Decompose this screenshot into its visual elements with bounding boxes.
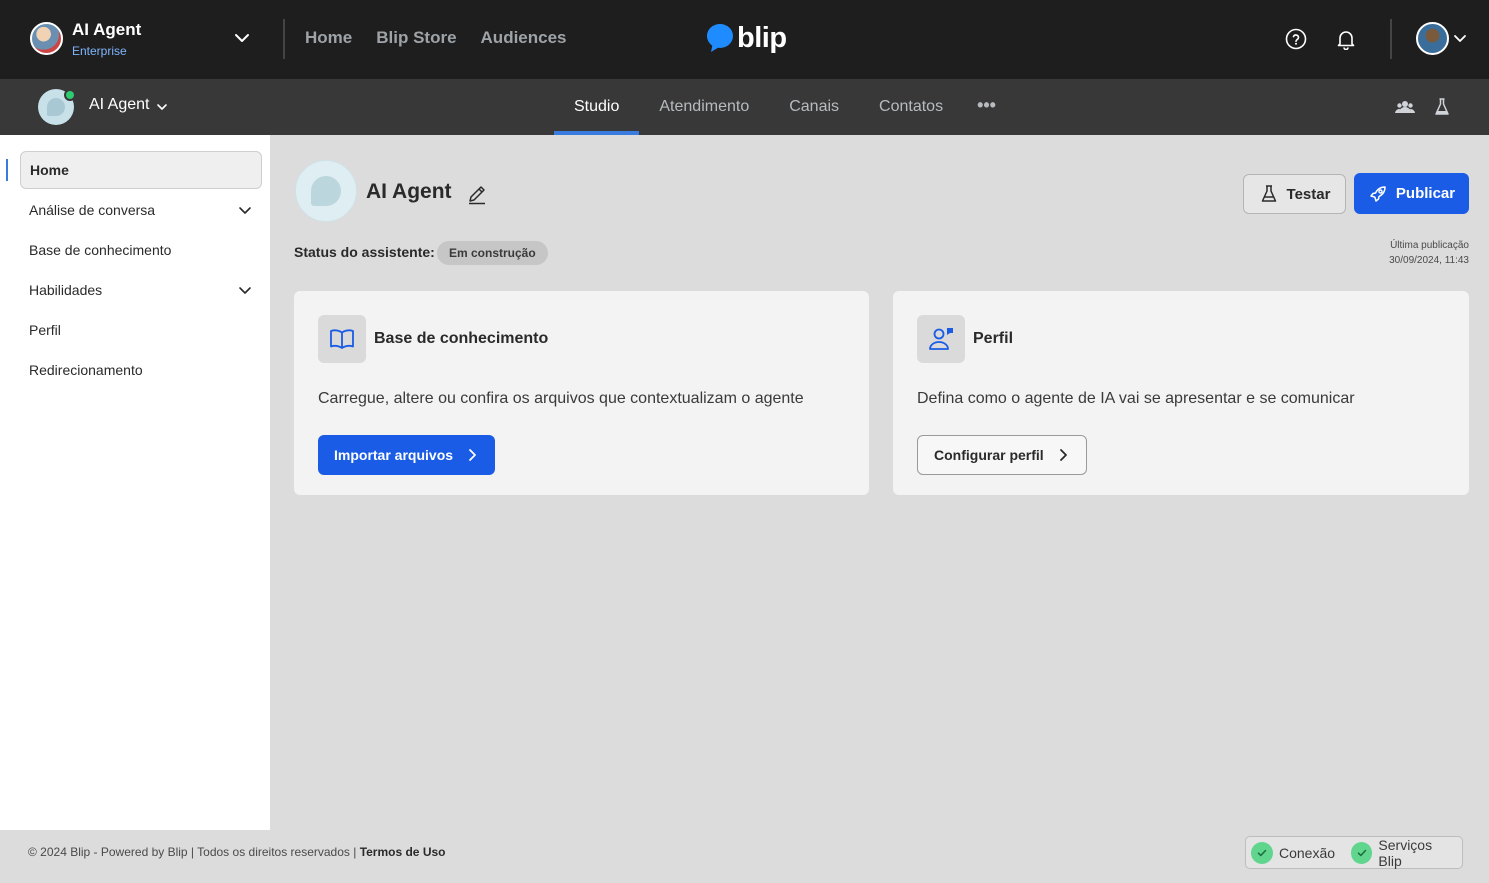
card-title: Base de conhecimento	[374, 330, 549, 347]
divider	[283, 19, 285, 59]
tab-canais[interactable]: Canais	[769, 79, 859, 135]
bot-tabs: Studio Atendimento Canais Contatos •••	[554, 79, 1010, 135]
health-label: Conexão	[1279, 844, 1336, 861]
bot-selector-chevron-down-icon[interactable]	[156, 101, 168, 113]
chevron-down-icon	[239, 207, 251, 214]
chevron-down-icon	[239, 287, 251, 294]
sidebar-item-label: Redirecionamento	[29, 362, 143, 378]
profile-icon	[929, 328, 953, 350]
health-blip-services: Serviços Blip	[1351, 837, 1457, 869]
footer-text: © 2024 Blip - Powered by Blip | Todos os…	[28, 845, 446, 859]
import-files-label: Importar arquivos	[334, 447, 454, 463]
flask-icon	[1261, 185, 1276, 202]
sidebar-item-home[interactable]: Home	[20, 151, 262, 189]
help-icon[interactable]	[1285, 28, 1307, 50]
publish-button-label: Publicar	[1395, 185, 1456, 202]
sidebar-item-label: Habilidades	[29, 282, 103, 298]
sidebar-item-label: Home	[30, 162, 69, 178]
top-nav-audiences[interactable]: Audiences	[481, 28, 567, 48]
sidebar-item-redirecionamento[interactable]: Redirecionamento	[20, 351, 262, 389]
health-connection: Conexão	[1251, 841, 1336, 864]
configure-profile-label: Configurar perfil	[934, 447, 1044, 463]
card-icon-container	[917, 315, 965, 363]
top-nav-blip-store[interactable]: Blip Store	[376, 28, 456, 48]
org-plan: Enterprise	[72, 44, 127, 58]
team-icon[interactable]	[1395, 97, 1415, 117]
flask-icon[interactable]	[1432, 97, 1452, 117]
online-status-dot	[64, 89, 76, 101]
more-tabs-button[interactable]: •••	[963, 79, 1010, 135]
import-files-button[interactable]: Importar arquivos	[318, 435, 496, 475]
blip-bubble-icon	[707, 24, 733, 52]
user-menu-chevron-down-icon[interactable]	[1452, 30, 1468, 46]
brand-wordmark: blip	[737, 22, 787, 54]
org-name[interactable]: AI Agent	[72, 20, 141, 40]
tab-studio[interactable]: Studio	[554, 79, 640, 135]
terms-link[interactable]: Termos de Uso	[360, 845, 446, 859]
sidebar-item-analise-de-conversa[interactable]: Análise de conversa	[20, 191, 262, 229]
divider	[1390, 19, 1392, 59]
sidebar-item-habilidades[interactable]: Habilidades	[20, 271, 262, 309]
sidebar-item-base-de-conhecimento[interactable]: Base de conhecimento	[20, 231, 262, 269]
last-publication: Última publicação 30/09/2024, 11:43	[1389, 238, 1469, 268]
sidebar-item-perfil[interactable]: Perfil	[20, 311, 262, 349]
pencil-icon[interactable]	[466, 183, 488, 205]
top-nav: Home Blip Store Audiences	[305, 28, 567, 48]
assistant-avatar	[295, 160, 357, 222]
sidebar-item-label: Base de conhecimento	[29, 242, 172, 258]
profile-card: Perfil Defina como o agente de IA vai se…	[893, 291, 1469, 495]
service-health: Conexão Serviços Blip	[1245, 836, 1463, 869]
top-navigation-bar: AI Agent Enterprise Home Blip Store Audi…	[0, 0, 1489, 79]
tab-contatos[interactable]: Contatos	[859, 79, 963, 135]
rocket-icon	[1370, 185, 1386, 202]
sidebar: Home Análise de conversa Base de conheci…	[0, 135, 270, 830]
status-label: Status do assistente:	[294, 244, 435, 260]
configure-profile-button[interactable]: Configurar perfil	[917, 435, 1087, 475]
card-description: Defina como o agente de IA vai se aprese…	[917, 390, 1355, 407]
health-label: Serviços Blip	[1378, 836, 1433, 869]
active-indicator	[6, 159, 8, 181]
publish-button[interactable]: Publicar	[1354, 173, 1469, 214]
bot-navigation-bar: AI Agent Studio Atendimento Canais Conta…	[0, 79, 1489, 135]
check-icon	[1251, 841, 1273, 864]
copyright: © 2024 Blip - Powered by Blip | Todos os…	[28, 845, 360, 859]
bell-icon[interactable]	[1335, 28, 1357, 50]
sidebar-item-label: Análise de conversa	[29, 202, 156, 218]
status-badge: Em construção	[437, 241, 548, 265]
knowledge-base-card: Base de conhecimento Carregue, altere ou…	[294, 291, 869, 495]
book-icon	[330, 329, 354, 349]
test-button-label: Testar	[1286, 185, 1331, 203]
org-switch-chevron-down-icon[interactable]	[232, 28, 252, 48]
user-avatar[interactable]	[1416, 22, 1449, 55]
card-description: Carregue, altere ou confira os arquivos …	[318, 390, 804, 407]
test-button[interactable]: Testar	[1243, 174, 1346, 214]
footer: © 2024 Blip - Powered by Blip | Todos os…	[0, 830, 1489, 883]
bot-selector[interactable]: AI Agent	[89, 96, 150, 114]
card-title: Perfil	[973, 330, 1014, 347]
check-icon	[1351, 841, 1373, 864]
tab-atendimento[interactable]: Atendimento	[639, 79, 769, 135]
last-publication-date: 30/09/2024, 11:43	[1389, 255, 1469, 266]
org-avatar[interactable]	[30, 22, 63, 55]
chevron-right-icon	[469, 449, 476, 461]
card-icon-container	[318, 315, 366, 363]
sidebar-item-label: Perfil	[29, 322, 61, 338]
page-title: AI Agent	[366, 180, 452, 203]
top-nav-home[interactable]: Home	[305, 28, 352, 48]
blip-logo[interactable]: blip	[706, 22, 787, 54]
chevron-right-icon	[1059, 449, 1067, 461]
last-publication-label: Última publicação	[1390, 240, 1469, 251]
